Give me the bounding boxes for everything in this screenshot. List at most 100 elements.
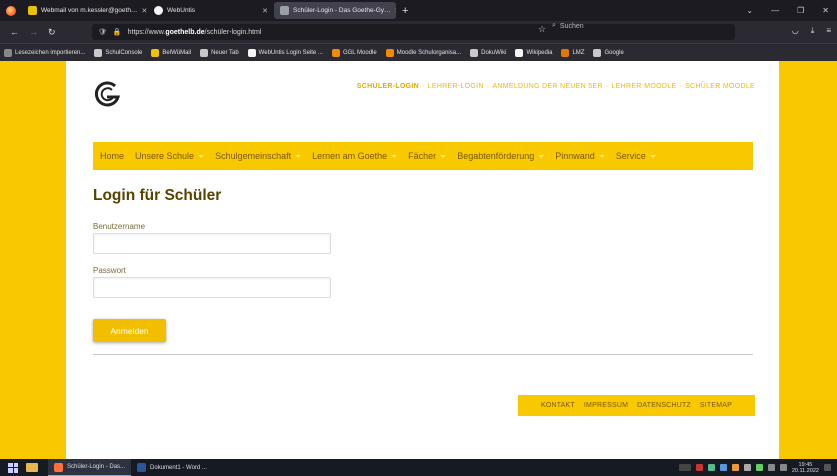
bookmark-item[interactable]: BelWüMail [151,48,191,57]
bookmark-item[interactable]: Moodle Schulorganisa... [385,48,461,57]
lock-icon[interactable]: 🔒 [113,28,122,36]
username-field[interactable] [93,233,331,254]
close-window-icon[interactable]: ✕ [822,6,829,15]
caret-down-icon [198,154,205,158]
tab-webuntis[interactable]: WebUntis ✕ [148,0,274,21]
footer-links: KONTAKT IMPRESSUM DATENSCHUTZ SITEMAP [518,395,755,416]
app-icon [137,463,147,472]
caret-down-icon [440,154,447,158]
bookmark-label: Wikipedia [526,49,553,56]
windows-start-icon[interactable] [8,462,18,473]
reload-icon[interactable]: ↻ [48,27,56,38]
firefox-menu-icon[interactable] [0,5,22,16]
menu-icon[interactable]: ≡ [826,26,831,36]
taskbar-item[interactable]: Dokument1 - Word ... [131,459,213,476]
downloads-icon[interactable]: ⤓ [811,26,815,36]
bookmark-item[interactable]: DokuWiki [470,48,506,57]
nav-item-label: Fächer [408,151,437,161]
nav-item[interactable]: Lernen am Goethe [312,151,398,161]
nav-item[interactable]: Unsere Schule [135,151,205,161]
top-link[interactable]: SCHÜLER MOODLE [685,83,755,90]
bookmark-item[interactable]: Google [593,48,624,57]
shield-icon[interactable]: 🛡 [98,28,107,36]
browser-nav-bar: ← → ↻ 🛡 🔒 https://www.goethelb.de/schüle… [0,21,837,43]
footer-link[interactable]: SITEMAP [700,402,732,409]
pocket-icon[interactable]: ◡ [792,26,799,36]
nav-item-label: Service [615,151,646,161]
tray-app-icon[interactable] [695,464,703,471]
caret-down-icon [598,154,605,158]
top-link[interactable]: SCHÜLER-LOGIN [357,83,419,90]
bookmark-label: Google [604,49,624,56]
wifi-icon[interactable] [767,464,775,471]
bookmark-star-icon[interactable]: ☆ [538,24,546,35]
notifications-icon[interactable] [824,464,831,471]
top-link[interactable]: ANMELDUNG DER NEUEN 5ER [492,83,602,90]
password-field[interactable] [93,277,331,298]
app-icon [54,462,63,472]
username-label: Benutzername [93,222,146,231]
tab-webmail[interactable]: Webmail von m.kessler@goeth… ✕ [22,0,148,21]
list-tabs-icon[interactable]: ⌄ [746,6,753,15]
bookmark-item[interactable]: Lesezeichen importieren... [4,48,85,57]
top-links: SCHÜLER-LOGIN · LEHRER-LOGIN · ANMELDUNG DER… [357,83,755,90]
tray-app-icon[interactable] [755,464,763,471]
nav-item[interactable]: Pinnwand [555,151,605,161]
nav-item[interactable]: Schulgemeinschaft [215,151,302,161]
system-tray: 19:45 20.11.2022 [678,462,837,474]
taskbar-item[interactable]: Schüler-Login - Das... [48,459,132,476]
bookmark-favicon-icon [593,48,602,57]
footer-link[interactable]: DATENSCHUTZ [637,402,691,409]
tray-app-icon[interactable] [743,464,751,471]
footer-link[interactable]: IMPRESSUM [584,402,628,409]
goethe-logo[interactable] [93,79,123,109]
nav-item[interactable]: Begabtenförderung [457,151,545,161]
goethe-favicon-icon [280,6,289,15]
nav-item[interactable]: Fächer [408,151,447,161]
url-bar[interactable]: 🛡 🔒 https://www.goethelb.de/schüler-logi… [92,24,735,40]
nav-item-label: Schulgemeinschaft [215,151,292,161]
webmail-favicon-icon [28,6,37,15]
new-tab-button[interactable]: + [396,5,414,17]
nav-item-label: Home [100,151,125,161]
bookmark-favicon-icon [94,48,103,57]
bookmark-favicon-icon [470,48,479,57]
tray-app-icon[interactable] [707,464,715,471]
close-tab-icon[interactable]: ✕ [262,7,268,15]
tray-app-icon[interactable] [731,464,739,471]
separator: · [422,83,425,90]
close-tab-icon[interactable]: ✕ [141,7,147,15]
page-content: SCHÜLER-LOGIN · LEHRER-LOGIN · ANMELDUNG DER… [66,61,779,459]
top-link[interactable]: LEHRER-LOGIN [428,83,484,90]
file-explorer-icon[interactable] [26,463,38,472]
search-box[interactable]: ⌕ Suchen [552,22,584,30]
tray-app-icon[interactable] [719,464,727,471]
back-icon[interactable]: ← [10,27,19,38]
bookmark-item[interactable]: SchulConsole [94,48,142,57]
tab-schueler-login[interactable]: Schüler-Login - Das Goethe-Gy… ✕ [274,2,396,19]
bookmark-item[interactable]: GGL Moodle [331,48,377,57]
minimize-icon[interactable]: — [771,6,779,15]
bookmark-label: LMZ [572,49,585,56]
keyboard-icon[interactable] [678,464,691,471]
system-clock[interactable]: 19:45 20.11.2022 [792,462,819,474]
bookmark-item[interactable]: LMZ [561,48,585,57]
footer-link[interactable]: KONTAKT [541,402,575,409]
maximize-icon[interactable]: ❐ [797,6,804,15]
bookmark-item[interactable]: WebUntis Login Seite ... [247,48,323,57]
tab-label: Webmail von m.kessler@goeth… [41,7,138,14]
bookmark-item[interactable]: Wikipedia [515,48,553,57]
bookmark-item[interactable]: Neuer Tab [200,48,239,57]
login-button[interactable]: Anmelden [93,319,166,342]
nav-item-label: Lernen am Goethe [312,151,388,161]
tab-label: WebUntis [167,7,196,14]
volume-icon[interactable] [779,464,787,471]
forward-icon[interactable]: → [29,27,38,38]
nav-item[interactable]: Home [100,151,124,161]
bookmark-favicon-icon [247,48,256,57]
bookmark-favicon-icon [200,48,209,57]
caret-down-icon [391,154,398,158]
nav-item[interactable]: Service [616,151,656,161]
url-text[interactable]: https://www.goethelb.de/schüler-login.ht… [128,29,262,36]
top-link[interactable]: LEHRER-MOODLE [611,83,676,90]
